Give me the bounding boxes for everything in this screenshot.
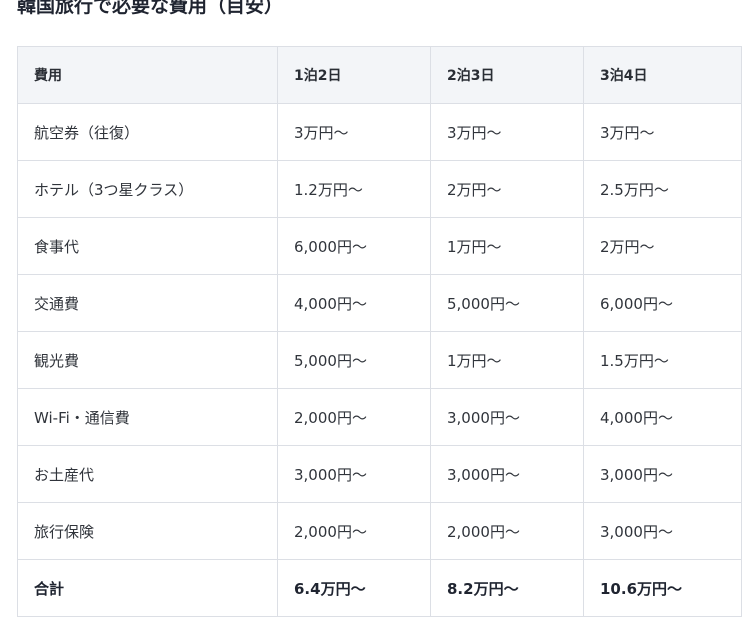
header-3nights-4days: 3泊4日 [583,46,742,104]
row-label: 旅行保険 [17,502,278,560]
table-cell: 1万円〜 [430,331,584,389]
table-cell: 6,000円〜 [583,274,742,332]
table-cell: 2万円〜 [430,160,584,218]
cost-table: 費用 1泊2日 2泊3日 3泊4日 航空券（往復） 3万円〜 3万円〜 3万円〜… [17,46,742,617]
table-cell: 3,000円〜 [583,502,742,560]
table-cell: 3,000円〜 [430,445,584,503]
table-cell: 1.5万円〜 [583,331,742,389]
row-label: 観光費 [17,331,278,389]
table-row: お土産代 3,000円〜 3,000円〜 3,000円〜 [17,445,742,503]
total-label: 合計 [17,559,278,617]
total-cell: 8.2万円〜 [430,559,584,617]
row-label: 食事代 [17,217,278,275]
cost-table-container: 費用 1泊2日 2泊3日 3泊4日 航空券（往復） 3万円〜 3万円〜 3万円〜… [17,46,742,617]
table-cell: 3,000円〜 [583,445,742,503]
table-cell: 4,000円〜 [277,274,431,332]
row-label: ホテル（3つ星クラス） [17,160,278,218]
table-row: 旅行保険 2,000円〜 2,000円〜 3,000円〜 [17,502,742,560]
table-cell: 3万円〜 [277,103,431,161]
table-cell: 5,000円〜 [277,331,431,389]
table-cell: 2,000円〜 [277,502,431,560]
header-2nights-3days: 2泊3日 [430,46,584,104]
table-row: Wi-Fi・通信費 2,000円〜 3,000円〜 4,000円〜 [17,388,742,446]
table-cell: 3万円〜 [430,103,584,161]
header-cost-item: 費用 [17,46,278,104]
row-label: 航空券（往復） [17,103,278,161]
table-cell: 2万円〜 [583,217,742,275]
table-cell: 4,000円〜 [583,388,742,446]
table-cell: 1万円〜 [430,217,584,275]
table-row: 航空券（往復） 3万円〜 3万円〜 3万円〜 [17,103,742,161]
table-cell: 5,000円〜 [430,274,584,332]
table-cell: 2,000円〜 [430,502,584,560]
table-cell: 1.2万円〜 [277,160,431,218]
table-row: ホテル（3つ星クラス） 1.2万円〜 2万円〜 2.5万円〜 [17,160,742,218]
page-title: 韓国旅行で必要な費用（目安） [17,0,284,17]
table-header-row: 費用 1泊2日 2泊3日 3泊4日 [17,46,742,104]
row-label: お土産代 [17,445,278,503]
table-cell: 2,000円〜 [277,388,431,446]
table-cell: 6,000円〜 [277,217,431,275]
row-label: Wi-Fi・通信費 [17,388,278,446]
table-cell: 3,000円〜 [430,388,584,446]
table-cell: 3,000円〜 [277,445,431,503]
total-cell: 6.4万円〜 [277,559,431,617]
table-cell: 2.5万円〜 [583,160,742,218]
total-cell: 10.6万円〜 [583,559,742,617]
total-row: 合計 6.4万円〜 8.2万円〜 10.6万円〜 [17,559,742,617]
table-row: 観光費 5,000円〜 1万円〜 1.5万円〜 [17,331,742,389]
table-row: 交通費 4,000円〜 5,000円〜 6,000円〜 [17,274,742,332]
row-label: 交通費 [17,274,278,332]
table-row: 食事代 6,000円〜 1万円〜 2万円〜 [17,217,742,275]
header-1night-2days: 1泊2日 [277,46,431,104]
table-cell: 3万円〜 [583,103,742,161]
